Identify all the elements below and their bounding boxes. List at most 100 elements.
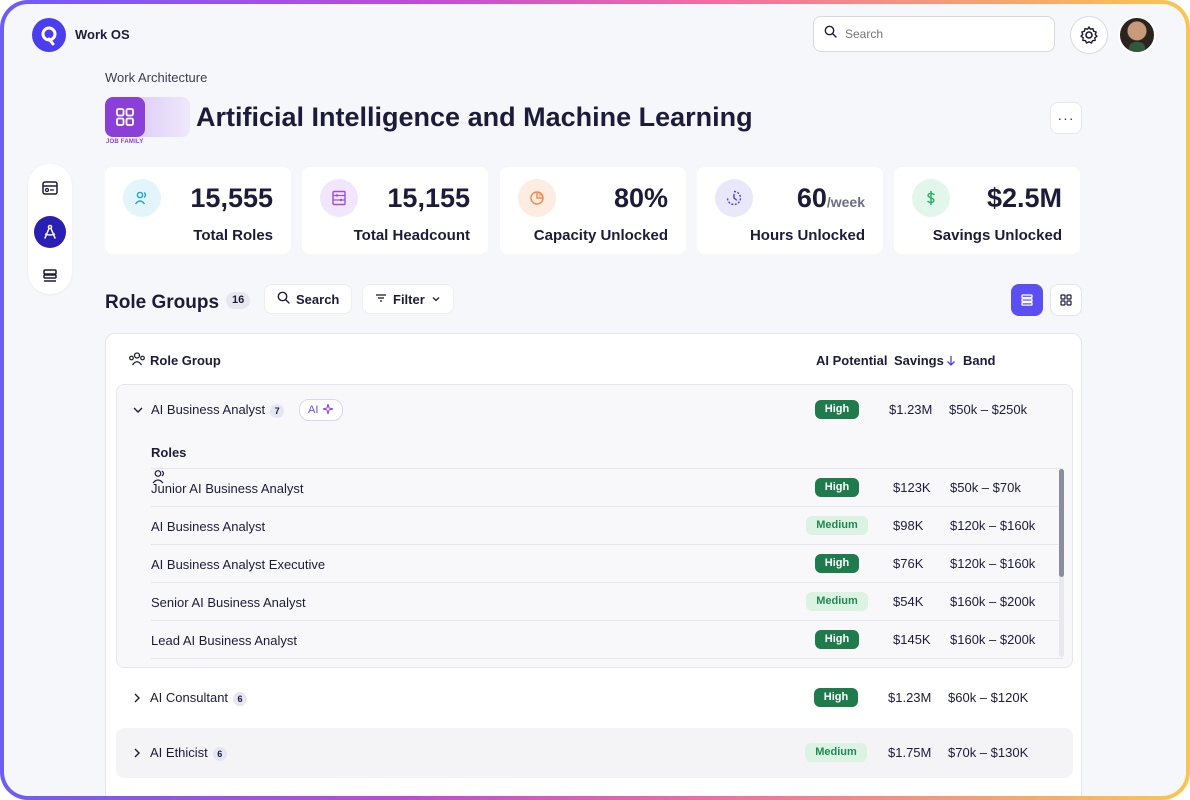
stat-label: Hours Unlocked: [749, 227, 865, 244]
role-search-label: Search: [296, 291, 340, 307]
role-groups-table: Role Group AI Potential Savings Band AI …: [105, 333, 1082, 796]
grid-icon: [1060, 294, 1072, 306]
grid-view-button[interactable]: [1050, 284, 1082, 316]
rail-item-layers[interactable]: [34, 260, 66, 292]
grid-icon: [116, 108, 134, 126]
savings-value: $123K: [893, 480, 931, 495]
list-view-button[interactable]: [1011, 284, 1043, 316]
users-icon: [128, 351, 146, 372]
savings-value: $76K: [893, 556, 924, 571]
role-name: Lead AI Business Analyst: [151, 633, 297, 648]
list-icon: [1021, 294, 1033, 306]
arrow-down-icon[interactable]: [946, 354, 956, 372]
savings-value: $54K: [893, 594, 924, 609]
role-row[interactable]: Lead AI Business Analyst High $145K $160k –…: [151, 620, 1063, 659]
column-header-ai-potential[interactable]: AI Potential: [816, 353, 888, 368]
role-row[interactable]: AI Business Analyst Executive High $76K $12…: [151, 544, 1063, 583]
stat-value: $2.5M: [987, 183, 1062, 214]
app-logo[interactable]: [32, 18, 66, 52]
stat-value: 60/week: [797, 183, 865, 214]
stat-card-total-roles[interactable]: 15,555 Total Roles: [105, 167, 291, 254]
search-input[interactable]: [843, 26, 1047, 42]
stat-label: Total Roles: [193, 227, 273, 244]
global-search[interactable]: [813, 16, 1055, 52]
ai-potential-badge: High: [814, 688, 858, 707]
settings-button[interactable]: [1070, 16, 1108, 54]
page-title: Artificial Intelligence and Machine Lear…: [196, 102, 753, 132]
breadcrumb[interactable]: Work Architecture: [105, 70, 207, 85]
role-row[interactable]: Senior AI Business Analyst Medium $54K $160…: [151, 582, 1063, 621]
ai-potential-badge: High: [815, 478, 859, 497]
role-groups-title: Role Groups: [105, 292, 220, 313]
stat-value: 80%: [614, 183, 668, 214]
band-value: $120k – $160k: [950, 556, 1036, 571]
more-options-button[interactable]: ···: [1050, 102, 1082, 134]
search-icon: [277, 291, 290, 307]
stat-card-hours-unlocked[interactable]: 60/week Hours Unlocked: [697, 167, 883, 254]
stat-value-number: 15,555: [190, 183, 273, 213]
dollar-icon: [912, 179, 950, 217]
band-value: $160k – $200k: [950, 594, 1036, 609]
compass-icon: [44, 224, 56, 239]
ai-potential-badge: Medium: [806, 516, 868, 535]
role-group-row[interactable]: AI Consultant 6 High $1.23M $60k – $120K: [116, 673, 1073, 723]
chevron-down-icon[interactable]: [131, 403, 145, 417]
filter-icon: [375, 292, 387, 307]
savings-value: $1.23M: [889, 402, 933, 417]
role-row[interactable]: AI Business Analyst Medium $98K $120k – $16…: [151, 506, 1063, 545]
stat-card-capacity-unlocked[interactable]: 80% Capacity Unlocked: [500, 167, 686, 254]
column-header-band[interactable]: Band: [963, 353, 996, 368]
stat-value: 15,155: [387, 183, 470, 214]
roles-scrollbar-thumb[interactable]: [1059, 469, 1064, 577]
rail-item-architecture[interactable]: [34, 216, 66, 248]
role-row[interactable]: Junior AI Business Analyst High $123K $50k …: [151, 468, 1063, 507]
savings-value: $1.23M: [888, 690, 932, 705]
pie-chart-icon: [518, 179, 556, 217]
column-header-role-group[interactable]: Role Group: [150, 353, 221, 368]
more-icon: ···: [1057, 110, 1075, 126]
stat-value-number: 80%: [613, 183, 668, 213]
role-group-expanded: AI Business Analyst 7 AI High $1.23M $50k…: [116, 384, 1073, 668]
band-value: $120k – $160k: [950, 518, 1036, 533]
rail-item-dashboard[interactable]: [34, 172, 66, 204]
job-family-badge: [105, 97, 145, 137]
ai-potential-badge: Medium: [806, 592, 868, 611]
app-window: Work OS Work Architecture JOB FAMILY Art…: [4, 4, 1186, 796]
stat-value-number: 15,155: [387, 183, 470, 213]
chevron-right-icon[interactable]: [130, 691, 144, 705]
ai-tag-label: AI: [308, 404, 319, 416]
role-count-badge: 7: [270, 403, 285, 418]
gear-icon: [1080, 26, 1098, 44]
app-frame: Work OS Work Architecture JOB FAMILY Art…: [0, 0, 1190, 800]
id-card-icon: [42, 181, 58, 195]
search-icon: [824, 25, 837, 43]
stat-value-unit: /week: [826, 194, 865, 210]
roles-list-bottom-divider: [151, 658, 1063, 659]
sparkle-icon: [322, 403, 334, 418]
role-name: Senior AI Business Analyst: [151, 595, 306, 610]
stat-card-total-headcount[interactable]: 15,155 Total Headcount: [302, 167, 488, 254]
stat-value-number: 60: [796, 183, 827, 213]
band-value: $70k – $130K: [948, 745, 1029, 760]
stat-label: Capacity Unlocked: [533, 227, 668, 244]
role-name: AI Business Analyst Executive: [151, 557, 326, 572]
role-group-name-text: AI Business Analyst: [151, 402, 266, 417]
role-group-name: AI Consultant 6: [150, 690, 248, 706]
column-header-savings[interactable]: Savings: [894, 353, 944, 368]
side-rail: [28, 164, 72, 294]
stat-card-savings-unlocked[interactable]: $2.5M Savings Unlocked: [894, 167, 1080, 254]
chevron-right-icon[interactable]: [130, 746, 144, 760]
ai-potential-badge: High: [815, 554, 859, 573]
user-avatar[interactable]: [1118, 16, 1156, 54]
role-count-badge: 6: [233, 691, 248, 706]
logo-icon: [41, 26, 57, 46]
role-search-button[interactable]: Search: [264, 284, 353, 314]
role-group-name-text: AI Consultant: [150, 690, 229, 705]
filter-button[interactable]: Filter: [362, 284, 454, 314]
stat-value-number: $2.5M: [986, 183, 1062, 213]
stat-label: Total Headcount: [353, 227, 470, 244]
role-group-name[interactable]: AI Business Analyst 7: [151, 402, 285, 418]
role-group-row[interactable]: AI Ethicist 6 Medium $1.75M $70k – $130K: [116, 728, 1073, 778]
app-name: Work OS: [75, 27, 130, 42]
clock-icon: [715, 179, 753, 217]
